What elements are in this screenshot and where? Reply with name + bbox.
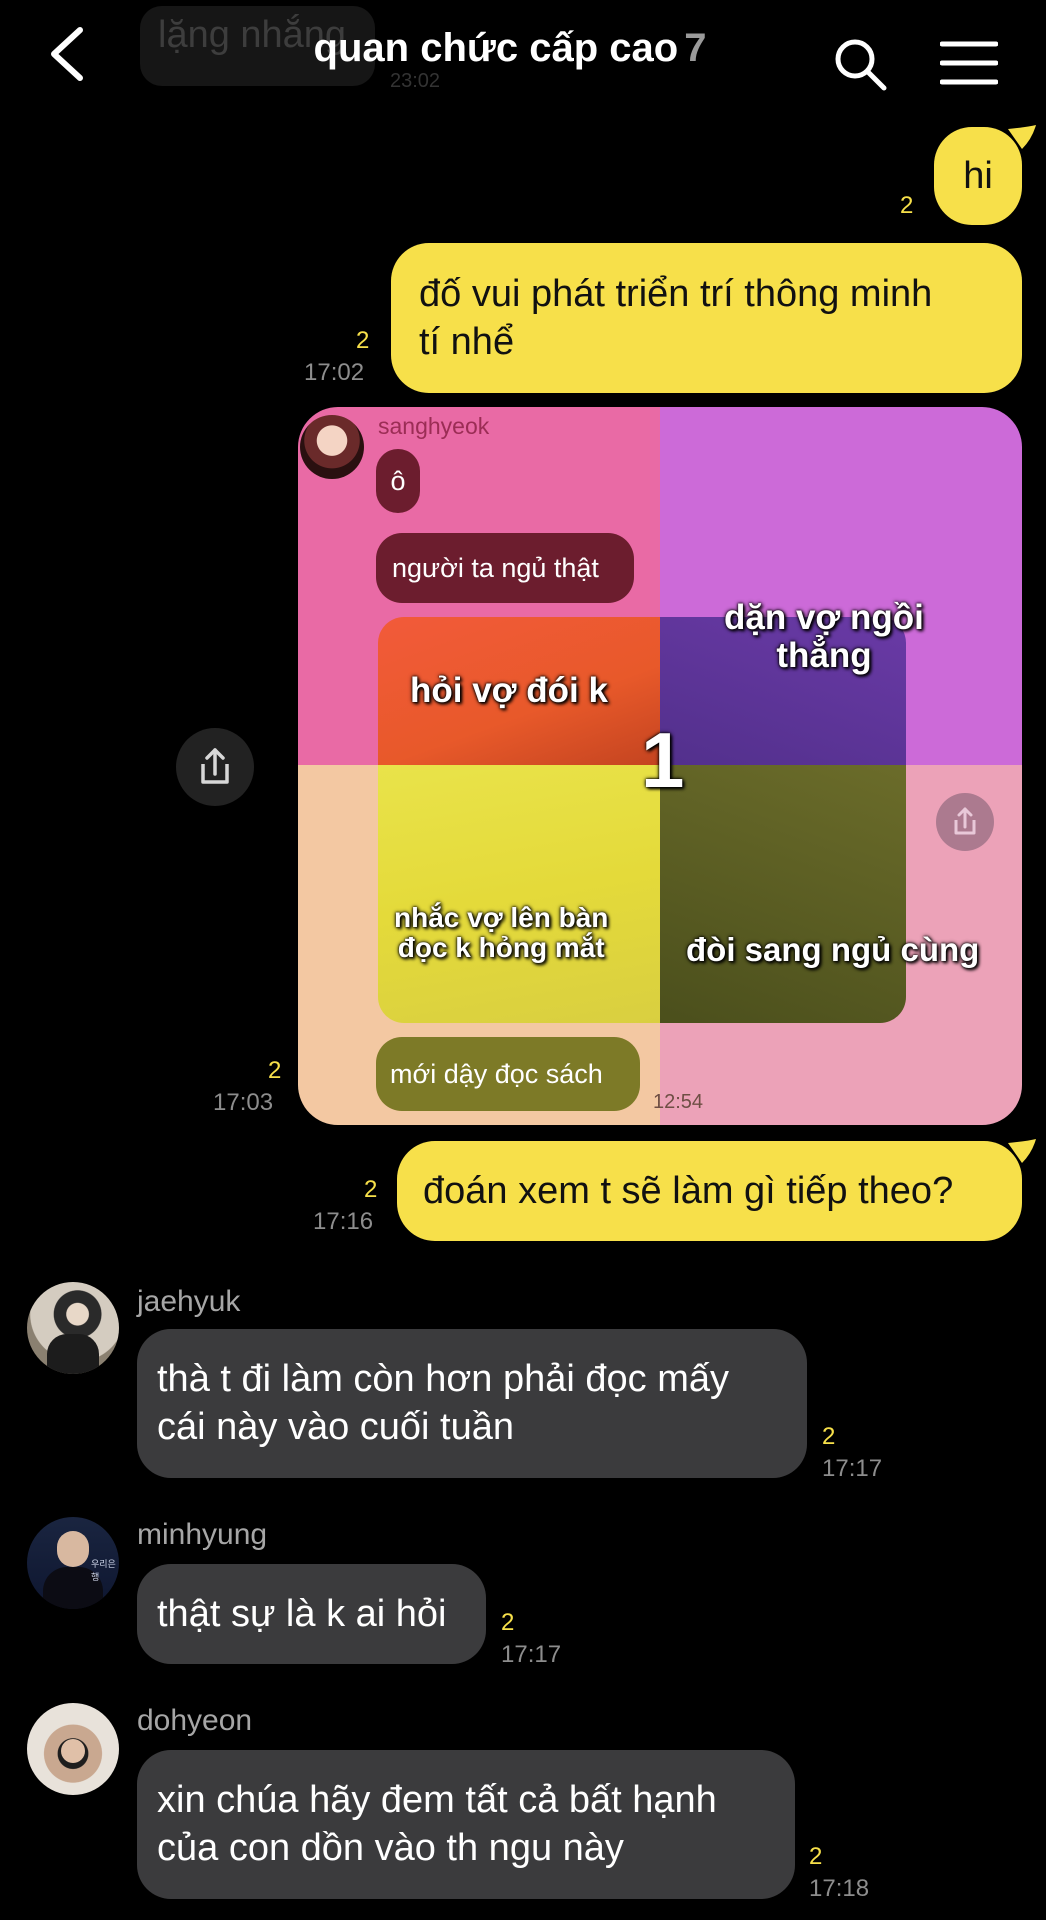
- message-text-line1: xin chúa hãy đem tất cả bất hạnh: [157, 1779, 717, 1821]
- inner-share-button: [936, 793, 994, 851]
- inner-bubble-text: ô: [390, 466, 406, 496]
- unread-count: 2: [822, 1423, 836, 1450]
- back-icon[interactable]: [40, 22, 100, 86]
- avatar-minhyung[interactable]: 우리은행: [27, 1517, 119, 1609]
- message-text: thật sự là k ai hỏi: [157, 1593, 447, 1635]
- inner-time: 12:54: [653, 1091, 704, 1113]
- avatar-figure: [47, 1334, 99, 1374]
- unread-count: 2: [364, 1176, 378, 1203]
- inner-bubble-3: mới dậy đọc sách: [376, 1037, 640, 1111]
- unread-count: 2: [501, 1609, 515, 1636]
- caption-center-number: 1: [641, 716, 685, 804]
- unread-count: 2: [356, 327, 370, 354]
- share-icon: [201, 748, 229, 784]
- message-time: 17:16: [313, 1208, 374, 1235]
- bubble-tail: [1008, 125, 1036, 149]
- photo-bottom-right: [660, 765, 906, 1023]
- caption-line: dặn vợ ngồi: [724, 598, 924, 637]
- share-icon: [954, 807, 976, 835]
- avatar-dohyeon[interactable]: [27, 1703, 119, 1795]
- chat-title-text: quan chức cấp cao: [313, 26, 679, 70]
- inner-sender-name: sanghyeok: [378, 413, 490, 439]
- sender-name: minhyung: [137, 1518, 268, 1551]
- message-time: 17:02: [304, 359, 365, 386]
- message-time: 17:17: [501, 1641, 562, 1668]
- inner-bubble-text: mới dậy đọc sách: [390, 1059, 603, 1089]
- caption-bottom-left: nhắc vợ lên bàn đọc k hỏng mắt: [394, 903, 608, 963]
- menu-icon[interactable]: [940, 38, 998, 88]
- avatar-badge: 우리은행: [91, 1559, 116, 1582]
- share-button[interactable]: [176, 728, 254, 806]
- message-text: đoán xem t sẽ làm gì tiếp theo?: [423, 1170, 954, 1212]
- inner-bubble-text: người ta ngủ thật: [392, 553, 599, 583]
- caption-bottom-right: đòi sang ngủ cùng: [686, 931, 980, 968]
- message-text-line2: cái này vào cuối tuần: [157, 1406, 515, 1448]
- caption-line: nhắc vợ lên bàn: [394, 902, 609, 933]
- chat-title[interactable]: quan chức cấp cao 7: [250, 26, 770, 71]
- scrolled-message-time: 23:02: [390, 70, 441, 92]
- message-bubble-jaehyuk[interactable]: thà t đi làm còn hơn phải đọc mấy cái nà…: [137, 1329, 807, 1478]
- message-bubble-riddle[interactable]: đố vui phát triển trí thông minh tí nhể: [391, 243, 1022, 393]
- caption-line: thẳng: [776, 636, 872, 675]
- unread-count: 2: [809, 1843, 823, 1870]
- message-text: hi: [963, 155, 993, 197]
- sender-name: dohyeon: [137, 1704, 253, 1737]
- message-bubble-minhyung[interactable]: thật sự là k ai hỏi: [137, 1564, 486, 1664]
- chat-header: lặng nhắng 23:02 quan chức cấp cao 7: [0, 0, 1046, 120]
- search-icon[interactable]: [832, 36, 888, 92]
- sender-name: jaehyuk: [137, 1285, 241, 1318]
- inner-bubble-2: người ta ngủ thật: [376, 533, 634, 603]
- message-time: 17:03: [213, 1089, 274, 1116]
- message-bubble-guess[interactable]: đoán xem t sẽ làm gì tiếp theo?: [397, 1141, 1022, 1241]
- unread-count: 2: [900, 192, 914, 219]
- bubble-tail: [1008, 1139, 1036, 1163]
- avatar-face: [61, 1739, 85, 1763]
- message-time: 17:18: [809, 1875, 870, 1902]
- image-message[interactable]: sanghyeok ô người ta ngủ thật mới dậy đọ…: [298, 407, 1022, 1125]
- caption-line: đọc k hỏng mắt: [397, 932, 605, 963]
- inner-bubble-1: ô: [376, 449, 420, 513]
- avatar-face: [57, 1531, 89, 1567]
- member-count: 7: [684, 26, 707, 70]
- caption-top-left: hỏi vợ đói k: [410, 671, 608, 710]
- caption-top-right: dặn vợ ngồi thẳng: [724, 599, 924, 675]
- inner-avatar: [300, 415, 364, 479]
- photo-bottom-left: [378, 765, 660, 1023]
- message-text-line1: thà t đi làm còn hơn phải đọc mấy: [157, 1358, 730, 1400]
- message-text-line1: đố vui phát triển trí thông minh: [419, 273, 933, 315]
- unread-count: 2: [268, 1057, 282, 1084]
- avatar-jaehyuk[interactable]: [27, 1282, 119, 1374]
- message-text-line2: của con dồn vào th ngu này: [157, 1827, 624, 1869]
- message-time: 17:17: [822, 1455, 883, 1482]
- message-bubble-dohyeon[interactable]: xin chúa hãy đem tất cả bất hạnh của con…: [137, 1750, 795, 1899]
- message-text-line2: tí nhể: [419, 321, 515, 363]
